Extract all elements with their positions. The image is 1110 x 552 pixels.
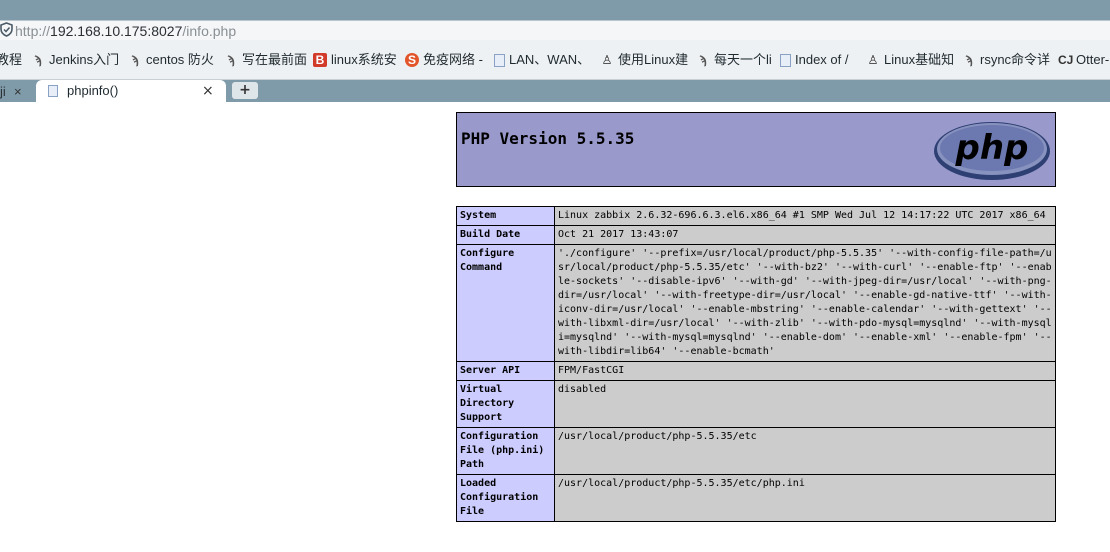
table-row: Configuration File (php.ini) Path/usr/lo… — [456, 427, 1056, 475]
tab-strip: ji × phpinfo() × + — [0, 80, 1110, 102]
row-value: Oct 21 2017 13:43:07 — [554, 225, 1056, 245]
bookmark-item[interactable]: 教程 — [0, 50, 22, 70]
bookmark-item[interactable]: ♙ 使用Linux建 — [600, 50, 688, 70]
close-icon[interactable]: × — [14, 82, 22, 102]
bookmark-item[interactable]: Index of / — [780, 50, 848, 70]
row-key: Loaded Configuration File — [456, 474, 555, 522]
table-row: Build Date Oct 21 2017 13:43:07 — [456, 225, 1056, 245]
bookmark-label: Index of / — [795, 52, 849, 67]
tab-partial[interactable]: ji × — [0, 82, 30, 102]
table-row: Configure Command './configure' '--prefix… — [456, 244, 1056, 362]
bookmark-label: 写在最前面 — [242, 52, 308, 67]
bookmark-label: rsync命令详 — [980, 52, 1051, 67]
bookmark-item[interactable]: ϡ 写在最前面 — [224, 50, 307, 70]
bookmark-label: Linux基础知 — [884, 52, 955, 67]
document-icon — [48, 85, 58, 97]
row-value: FPM/FastCGI — [554, 361, 1056, 381]
table-row: Virtual Directory Support disabled — [456, 380, 1056, 428]
row-value: /usr/local/product/php-5.5.35/etc/php.in… — [554, 474, 1056, 522]
bookmark-label: 免疫网络 - — [423, 52, 483, 67]
squiggle-icon: ϡ — [131, 53, 139, 67]
row-value: Linux zabbix 2.6.32-696.6.3.el6.x86_64 #… — [554, 206, 1056, 226]
address-bar[interactable]: http://192.168.10.175:8027/info.php — [0, 20, 1110, 40]
squiggle-icon: ϡ — [34, 53, 42, 67]
row-value: disabled — [554, 380, 1056, 428]
penguin-icon: ♙ — [601, 53, 613, 67]
bookmark-item[interactable]: S 免疫网络 - — [405, 50, 483, 70]
document-icon — [494, 53, 505, 67]
bookmark-label: linux系统安 — [331, 52, 397, 67]
squiggle-icon: ϡ — [699, 53, 707, 67]
url-host: 192.168.10.175:8027 — [50, 23, 183, 39]
cj-icon: CJ — [1058, 53, 1074, 67]
bookmark-label: 使用Linux建 — [618, 52, 689, 67]
row-key: Build Date — [456, 225, 555, 245]
bookmark-label: centos 防火 — [146, 52, 214, 67]
tab-title: phpinfo() — [67, 83, 119, 98]
bookmark-item[interactable]: ϡ rsync命令详 — [962, 50, 1050, 70]
bookmark-label: LAN、WAN、 — [509, 52, 591, 67]
tab-phpinfo[interactable]: phpinfo() × — [36, 80, 226, 102]
bookmarks-bar: 教程 ϡ Jenkins入门 ϡ centos 防火 ϡ 写在最前面 Blinux系统… — [0, 40, 1110, 80]
bookmark-item[interactable]: ♙ Linux基础知 — [866, 50, 954, 70]
php-logo[interactable]: php — [933, 119, 1051, 181]
orange-s-icon: S — [405, 53, 419, 67]
bookmark-label: Jenkins入门 — [49, 52, 120, 67]
row-key: Server API — [456, 361, 555, 381]
bookmark-item[interactable]: CJ Otter- — [1058, 50, 1109, 70]
bookmark-label: Otter- — [1076, 52, 1110, 67]
url-text[interactable]: http://192.168.10.175:8027/info.php — [15, 21, 236, 41]
tab-partial-label: ji — [0, 84, 6, 99]
table-row: Server API FPM/FastCGI — [456, 361, 1056, 381]
shield-icon — [0, 22, 14, 38]
squiggle-icon: ϡ — [227, 53, 235, 67]
row-value: /usr/local/product/php-5.5.35/etc — [554, 427, 1056, 475]
close-icon[interactable]: × — [202, 80, 214, 102]
browser-top-bar: http://192.168.10.175:8027/info.php — [0, 0, 1110, 40]
bookmark-item[interactable]: LAN、WAN、 — [494, 50, 590, 70]
row-key: Virtual Directory Support — [456, 380, 555, 428]
row-key: System — [456, 206, 555, 226]
bookmark-item[interactable]: ϡ centos 防火 — [128, 50, 214, 70]
bookmark-label: 每天一个li — [714, 52, 772, 67]
penguin-icon: ♙ — [867, 53, 879, 67]
url-prefix: http:// — [15, 23, 51, 39]
bookmark-item[interactable]: ϡ 每天一个li — [696, 50, 772, 70]
squiggle-icon: ϡ — [965, 53, 973, 67]
bookmark-item[interactable]: Blinux系统安 — [313, 50, 397, 70]
phpinfo-table: System Linux zabbix 2.6.32-696.6.3.el6.x8… — [456, 206, 1056, 522]
php-logo-text: php — [955, 128, 1029, 168]
document-icon — [780, 53, 791, 67]
bookmark-item[interactable]: ϡ Jenkins入门 — [31, 50, 119, 70]
page-title: PHP Version 5.5.35 — [461, 129, 635, 148]
table-row: Loaded Configuration File/usr/local/prod… — [456, 474, 1056, 522]
bookmark-label: 教程 — [0, 52, 23, 67]
new-tab-button[interactable]: + — [232, 82, 258, 99]
url-path: /info.php — [182, 23, 237, 39]
row-key: Configure Command — [456, 244, 555, 362]
red-b-icon: B — [313, 53, 327, 67]
table-row: System Linux zabbix 2.6.32-696.6.3.el6.x8… — [456, 206, 1056, 226]
row-key: Configuration File (php.ini) Path — [456, 427, 555, 475]
php-version-header: PHP Version 5.5.35 php — [456, 112, 1056, 187]
row-value: './configure' '--prefix=/usr/local/produ… — [554, 244, 1056, 362]
